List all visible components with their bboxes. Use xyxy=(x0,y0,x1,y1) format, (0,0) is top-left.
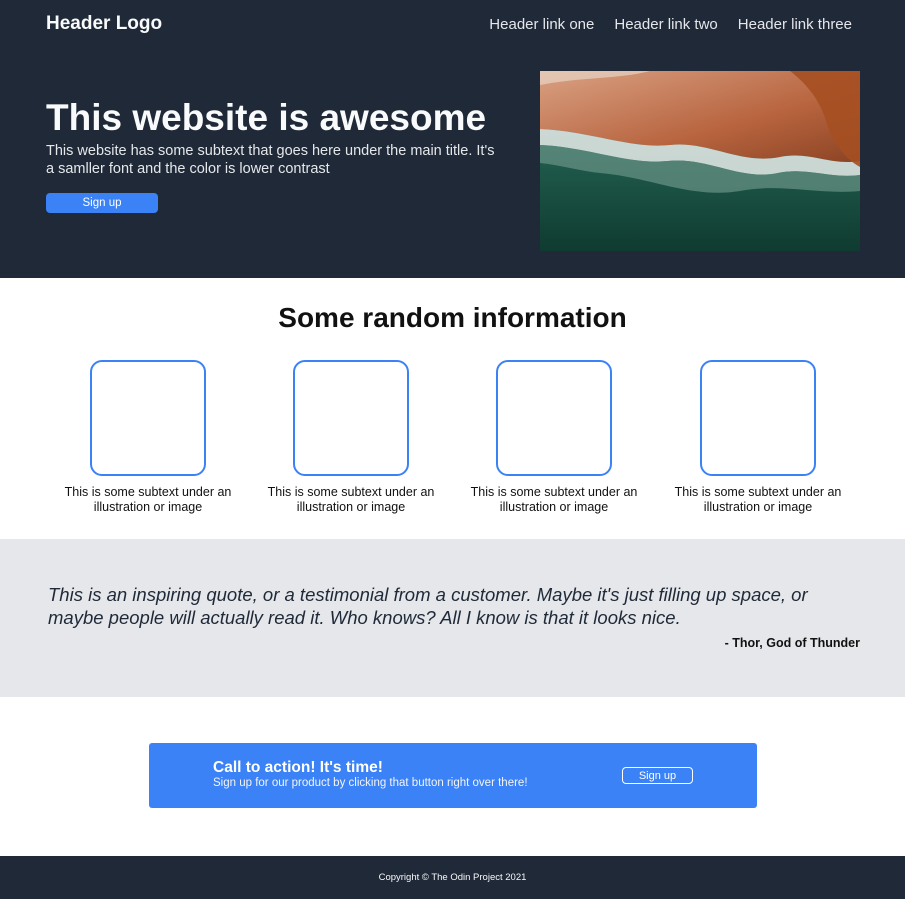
quote-author: - Thor, God of Thunder xyxy=(724,636,860,650)
beach-aerial-image xyxy=(540,71,860,251)
info-title: Some random information xyxy=(278,302,627,333)
cta-section: Call to action! It's time! Sign up for o… xyxy=(0,697,905,856)
footer: Copyright © The Odin Project 2021 xyxy=(0,856,905,899)
info-card: This is some subtext under an illustrati… xyxy=(663,360,853,515)
card-illustration xyxy=(496,360,612,476)
hero-signup-button[interactable]: Sign up xyxy=(46,193,158,213)
hero-section: Header Logo Header link one Header link … xyxy=(0,0,905,278)
card-illustration xyxy=(90,360,206,476)
cta-box: Call to action! It's time! Sign up for o… xyxy=(149,743,757,808)
cta-signup-button[interactable]: Sign up xyxy=(622,767,693,784)
card-illustration xyxy=(293,360,409,476)
header-nav: Header Logo Header link one Header link … xyxy=(46,12,852,36)
header-logo[interactable]: Header Logo xyxy=(46,13,162,35)
card-text: This is some subtext under an illustrati… xyxy=(64,485,232,514)
info-section: Some random information This is some sub… xyxy=(0,278,905,539)
header-link-one[interactable]: Header link one xyxy=(489,16,594,33)
card-illustration xyxy=(700,360,816,476)
card-text: This is some subtext under an illustrati… xyxy=(267,485,435,514)
info-card: This is some subtext under an illustrati… xyxy=(256,360,446,515)
header-link-three[interactable]: Header link three xyxy=(738,16,852,33)
hero-text: This website is awesome This website has… xyxy=(46,96,506,213)
info-card: This is some subtext under an illustrati… xyxy=(53,360,243,515)
info-card: This is some subtext under an illustrati… xyxy=(459,360,649,515)
quote-section: This is an inspiring quote, or a testimo… xyxy=(0,539,905,697)
hero-image xyxy=(540,71,860,251)
cta-subtitle: Sign up for our product by clicking that… xyxy=(213,777,528,789)
footer-copyright: Copyright © The Odin Project 2021 xyxy=(378,872,527,883)
quote-text: This is an inspiring quote, or a testimo… xyxy=(48,584,808,628)
header-links: Header link one Header link two Header l… xyxy=(489,16,852,33)
hero-subtitle: This website has some subtext that goes … xyxy=(46,143,495,177)
cta-title: Call to action! It's time! xyxy=(213,759,383,776)
header-link-two[interactable]: Header link two xyxy=(614,16,717,33)
card-text: This is some subtext under an illustrati… xyxy=(470,485,638,514)
hero-title: This website is awesome xyxy=(46,97,487,138)
card-text: This is some subtext under an illustrati… xyxy=(674,485,842,514)
